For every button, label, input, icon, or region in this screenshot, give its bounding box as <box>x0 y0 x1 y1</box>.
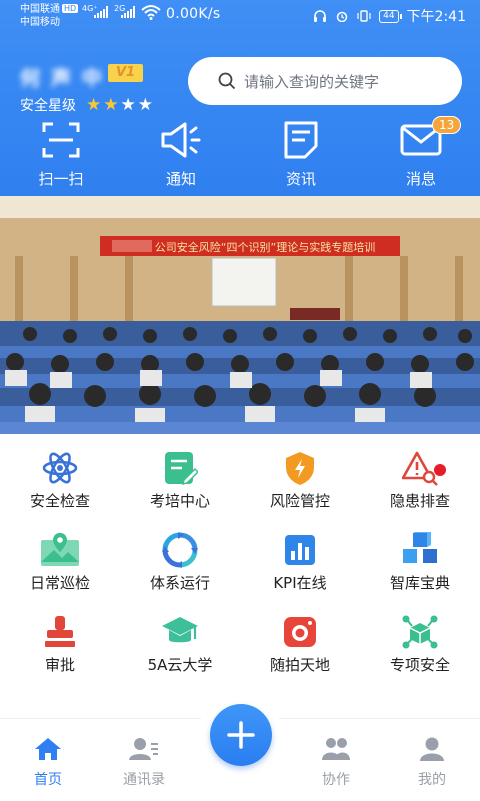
grid-item-kpi-online[interactable]: KPI在线 <box>240 532 360 593</box>
message-label: 消息 <box>405 170 436 188</box>
grid-label: 考培中心 <box>149 492 210 510</box>
grid-item-risk-control[interactable]: 风险管控 <box>240 450 360 511</box>
star-icon: ★ <box>137 95 155 115</box>
notice-label: 通知 <box>165 170 196 188</box>
news-icon <box>284 121 318 159</box>
signal-icon-2 <box>121 6 137 18</box>
tab-contacts-label: 通讯录 <box>123 772 165 788</box>
graduation-cap-icon <box>162 617 198 643</box>
grid-label: 隐患排查 <box>389 492 450 510</box>
safety-rating: 安全星级 ★★★★ <box>20 95 155 115</box>
grid-label: 审批 <box>44 656 75 674</box>
risk-shield-icon <box>286 452 314 485</box>
exam-icon <box>165 452 198 486</box>
grid-item-special-safety[interactable]: 专项安全 <box>360 614 480 675</box>
feature-grid: 安全检查 考培中心 风险管控 隐患排查 日常巡检 体系运行 KPI在线 智库宝典… <box>0 434 480 718</box>
vip-badge: V1 <box>108 64 144 82</box>
warning-search-icon <box>402 451 438 486</box>
news-button[interactable]: 资讯 <box>261 120 341 189</box>
cycle-icon <box>162 532 198 568</box>
grid-label: 体系运行 <box>149 574 210 592</box>
safety-label: 安全星级 <box>20 98 76 114</box>
app-header: 中国联通 HD 中国移动 4G⁺ 2G 0.00K/s 44 下午2:41 何 声… <box>0 0 480 196</box>
status-bar: 中国联通 HD 中国移动 4G⁺ 2G 0.00K/s 44 下午2:41 <box>0 0 480 32</box>
tab-home-label: 首页 <box>34 772 62 788</box>
add-button[interactable] <box>210 704 272 766</box>
cubes-icon <box>403 532 437 563</box>
clock: 下午2:41 <box>406 9 466 25</box>
network-cube-icon <box>402 615 438 649</box>
notice-button[interactable]: 通知 <box>141 120 221 189</box>
search-placeholder: 请输入查询的关键字 <box>244 72 380 91</box>
speaker-icon <box>161 122 201 158</box>
grid-label: 智库宝典 <box>389 574 450 592</box>
contacts-icon <box>129 738 158 760</box>
grid-label: 5A云大学 <box>147 656 213 674</box>
network-speed: 0.00K/s <box>166 6 221 22</box>
banner-image: 公司安全风险“四个识别”理论与实践专题培训 <box>0 196 480 434</box>
star-rating: ★★★★ <box>86 95 155 115</box>
search-bar[interactable]: 请输入查询的关键字 <box>188 57 462 105</box>
grid-item-approval[interactable]: 审批 <box>0 614 120 675</box>
grid-item-hazard-check[interactable]: 隐患排查 <box>360 450 480 511</box>
star-icon: ★ <box>120 95 138 115</box>
atom-icon <box>42 452 78 484</box>
grid-label: KPI在线 <box>273 574 327 592</box>
grid-label: 随拍天地 <box>269 656 330 674</box>
alarm-icon <box>336 11 348 22</box>
grid-item-system-operation[interactable]: 体系运行 <box>120 532 240 593</box>
tab-mine-label: 我的 <box>418 772 446 788</box>
tab-mine[interactable]: 我的 <box>384 737 480 789</box>
grid-item-exam-center[interactable]: 考培中心 <box>120 450 240 511</box>
tab-home[interactable]: 首页 <box>0 737 96 789</box>
carrier-info: 中国联通 HD 中国移动 <box>20 3 79 29</box>
user-icon <box>420 737 444 761</box>
search-icon <box>218 72 236 90</box>
banner-caption: 公司安全风险“四个识别”理论与实践专题培训 <box>155 240 375 254</box>
grid-label: 专项安全 <box>389 656 450 674</box>
scan-icon <box>42 122 80 158</box>
team-icon <box>322 738 350 760</box>
grid-label: 日常巡检 <box>29 574 90 592</box>
star-icon: ★ <box>86 95 104 115</box>
vibrate-icon <box>357 10 371 22</box>
home-icon <box>35 738 61 760</box>
bar-chart-icon <box>285 535 315 565</box>
grid-item-safety-inspection[interactable]: 安全检查 <box>0 450 120 511</box>
tab-collaboration-label: 协作 <box>322 772 350 788</box>
carrier-2: 中国移动 <box>20 17 60 28</box>
scan-label: 扫一扫 <box>38 170 84 188</box>
star-icon: ★ <box>103 95 121 115</box>
grid-item-knowledge-base[interactable]: 智库宝典 <box>360 532 480 593</box>
headset-icon <box>314 10 327 22</box>
message-button[interactable]: 13 消息 <box>381 116 462 189</box>
grid-item-daily-patrol[interactable]: 日常巡检 <box>0 532 120 593</box>
map-icon <box>41 533 79 566</box>
hd-badge: HD <box>62 4 79 13</box>
grid-item-photo-world[interactable]: 随拍天地 <box>240 614 360 675</box>
status-right: 44 下午2:41 <box>313 6 466 26</box>
stamp-icon <box>45 616 75 647</box>
username: 何 声 中 <box>20 66 104 90</box>
tab-contacts[interactable]: 通讯录 <box>96 737 192 789</box>
grid-label: 风险管控 <box>269 492 330 510</box>
wifi-icon <box>141 5 161 20</box>
banner-carousel[interactable]: 公司安全风险“四个识别”理论与实践专题培训 <box>0 196 480 434</box>
message-badge: 13 <box>432 116 462 134</box>
news-label: 资讯 <box>285 170 316 188</box>
carrier-1: 中国联通 <box>20 4 60 15</box>
tab-collaboration[interactable]: 协作 <box>288 737 384 789</box>
signal-icon-1 <box>94 6 110 18</box>
grid-label: 安全检查 <box>29 492 90 510</box>
add-icon <box>227 721 255 749</box>
grid-item-5a-cloud-university[interactable]: 5A云大学 <box>120 614 240 675</box>
user-info[interactable]: 何 声 中 V1 <box>20 62 144 90</box>
battery-indicator: 44 <box>379 9 403 23</box>
scan-button[interactable]: 扫一扫 <box>21 120 101 189</box>
camera-icon <box>284 617 316 647</box>
hazard-notification-dot <box>434 464 446 476</box>
